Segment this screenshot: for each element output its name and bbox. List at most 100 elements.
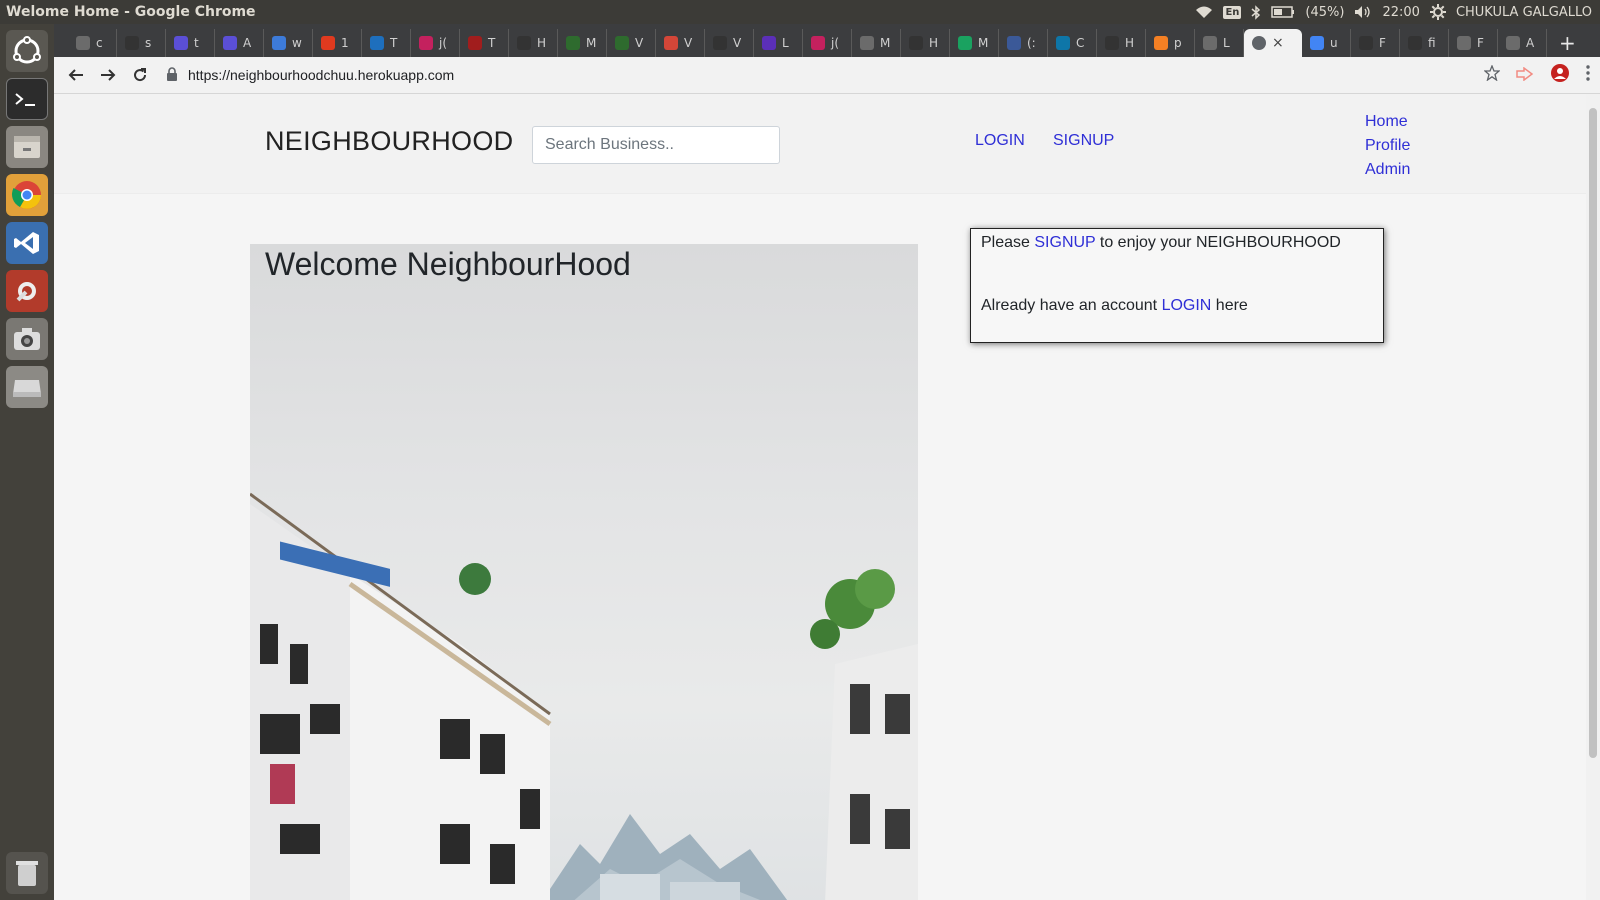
forward-button[interactable] <box>92 59 124 91</box>
browser-tab[interactable]: t <box>166 29 215 57</box>
extension-icon[interactable] <box>1516 66 1534 85</box>
clock[interactable]: 22:00 <box>1382 5 1419 20</box>
nav-signup-link[interactable]: SIGNUP <box>1053 132 1114 150</box>
bluetooth-icon[interactable] <box>1251 4 1261 20</box>
tab-close-icon[interactable]: × <box>1272 35 1284 51</box>
browser-tab[interactable]: p <box>1146 29 1195 57</box>
battery-icon[interactable] <box>1271 6 1295 18</box>
page-scrollbar[interactable] <box>1586 94 1600 900</box>
site-navbar: NEIGHBOURHOOD LOGIN SIGNUP Home Profile … <box>54 94 1586 194</box>
files-icon[interactable] <box>6 126 48 168</box>
volume-icon[interactable] <box>1354 5 1372 19</box>
signup-prompt: Please SIGNUP to enjoy your NEIGHBOURHOO… <box>981 233 1373 252</box>
lock-icon[interactable] <box>166 66 178 84</box>
info-signup-link[interactable]: SIGNUP <box>1034 234 1095 251</box>
vscode-icon[interactable] <box>6 222 48 264</box>
tab-favicon-icon <box>1506 36 1520 50</box>
tab-title: A <box>1526 36 1535 50</box>
browser-tab[interactable]: A <box>1498 29 1547 57</box>
nav-home-link[interactable]: Home <box>1365 112 1410 131</box>
browser-tab[interactable]: F <box>1351 29 1400 57</box>
info-login-link[interactable]: LOGIN <box>1162 297 1212 314</box>
tab-title: A <box>243 36 252 50</box>
browser-window: c s t Aw 1 Tj(T H M V V V Lj(M H M (: C Hp L × u Ffi F A + http… <box>54 24 1600 900</box>
tab-favicon-icon <box>811 36 825 50</box>
nav-login-link[interactable]: LOGIN <box>975 132 1025 150</box>
tab-title: T <box>488 36 496 50</box>
menu-dots-icon[interactable] <box>1586 65 1590 85</box>
nav-admin-link[interactable]: Admin <box>1365 160 1410 179</box>
new-tab-button[interactable]: + <box>1547 29 1588 57</box>
browser-tab[interactable]: H <box>509 29 558 57</box>
browser-tab[interactable]: L <box>1195 29 1244 57</box>
tab-favicon-icon <box>762 36 776 50</box>
forward-arrow-icon <box>101 69 116 81</box>
active-browser-tab[interactable]: × <box>1244 29 1302 57</box>
search-business-input[interactable] <box>532 126 780 164</box>
tab-title: 1 <box>341 36 349 50</box>
bookmark-star-icon[interactable] <box>1483 64 1501 85</box>
tab-title: w <box>292 36 302 50</box>
browser-tab[interactable]: s <box>117 29 166 57</box>
camera-icon[interactable] <box>6 318 48 360</box>
hero-title: Welcome NeighbourHood <box>265 246 631 282</box>
scrollbar-thumb[interactable] <box>1589 108 1597 758</box>
tab-favicon-icon <box>1154 36 1168 50</box>
browser-tab[interactable]: M <box>852 29 901 57</box>
browser-tab[interactable]: L <box>754 29 803 57</box>
site-brand[interactable]: NEIGHBOURHOOD <box>265 126 513 157</box>
ubuntu-dash-icon[interactable] <box>6 30 48 72</box>
browser-tab[interactable]: F <box>1449 29 1498 57</box>
system-top-panel: Welome Home - Google Chrome En (45%) 22:… <box>0 0 1600 24</box>
browser-tab[interactable]: C <box>1048 29 1097 57</box>
tab-favicon-icon <box>125 36 139 50</box>
drive-icon[interactable] <box>6 366 48 408</box>
browser-tab[interactable]: M <box>950 29 999 57</box>
tab-favicon-icon <box>223 36 237 50</box>
address-bar[interactable]: https://neighbourhoodchuu.herokuapp.com <box>166 60 1484 90</box>
browser-tab[interactable]: H <box>901 29 950 57</box>
browser-tab[interactable]: T <box>460 29 509 57</box>
browser-tab[interactable]: H <box>1097 29 1146 57</box>
user-name[interactable]: CHUKULA GALGALLO <box>1456 5 1592 20</box>
tab-title: t <box>194 36 199 50</box>
browser-tab[interactable]: fi <box>1400 29 1449 57</box>
signup-prompt-prefix: Please <box>981 234 1035 251</box>
window-title: Welome Home - Google Chrome <box>6 4 256 20</box>
browser-tab[interactable]: (: <box>999 29 1048 57</box>
reload-button[interactable] <box>124 59 156 91</box>
tab-title: j( <box>439 36 448 50</box>
browser-tab[interactable]: j( <box>803 29 852 57</box>
reload-icon <box>134 68 147 82</box>
tab-favicon-icon <box>664 36 678 50</box>
session-gear-icon[interactable] <box>1429 4 1446 20</box>
browser-tab[interactable]: V <box>705 29 754 57</box>
url-text[interactable]: https://neighbourhoodchuu.herokuapp.com <box>188 67 454 83</box>
tab-favicon-icon <box>174 36 188 50</box>
settings-icon[interactable] <box>6 270 48 312</box>
nav-profile-link[interactable]: Profile <box>1365 136 1410 155</box>
chrome-icon[interactable] <box>6 174 48 216</box>
tab-favicon-icon <box>370 36 384 50</box>
browser-tab[interactable]: w <box>264 29 313 57</box>
keyboard-language-indicator[interactable]: En <box>1223 5 1242 19</box>
back-button[interactable] <box>60 59 92 91</box>
globe-icon <box>1252 36 1266 50</box>
browser-tab[interactable]: A <box>215 29 264 57</box>
browser-tab[interactable]: 1 <box>313 29 362 57</box>
terminal-icon[interactable] <box>6 78 48 120</box>
browser-tab[interactable]: c <box>68 29 117 57</box>
browser-tab[interactable]: u <box>1302 29 1351 57</box>
browser-tab[interactable]: j( <box>411 29 460 57</box>
unity-launcher <box>0 24 54 900</box>
browser-tab[interactable]: T <box>362 29 411 57</box>
browser-tab[interactable]: V <box>656 29 705 57</box>
profile-avatar-icon[interactable] <box>1550 63 1570 87</box>
browser-tab[interactable]: V <box>607 29 656 57</box>
tab-favicon-icon <box>1408 36 1422 50</box>
trash-icon[interactable] <box>6 852 48 894</box>
browser-tab[interactable]: M <box>558 29 607 57</box>
wifi-icon[interactable] <box>1195 5 1213 19</box>
system-tray: En (45%) 22:00 CHUKULA GALGALLO <box>1195 4 1600 20</box>
toolbar-actions <box>1483 63 1600 87</box>
